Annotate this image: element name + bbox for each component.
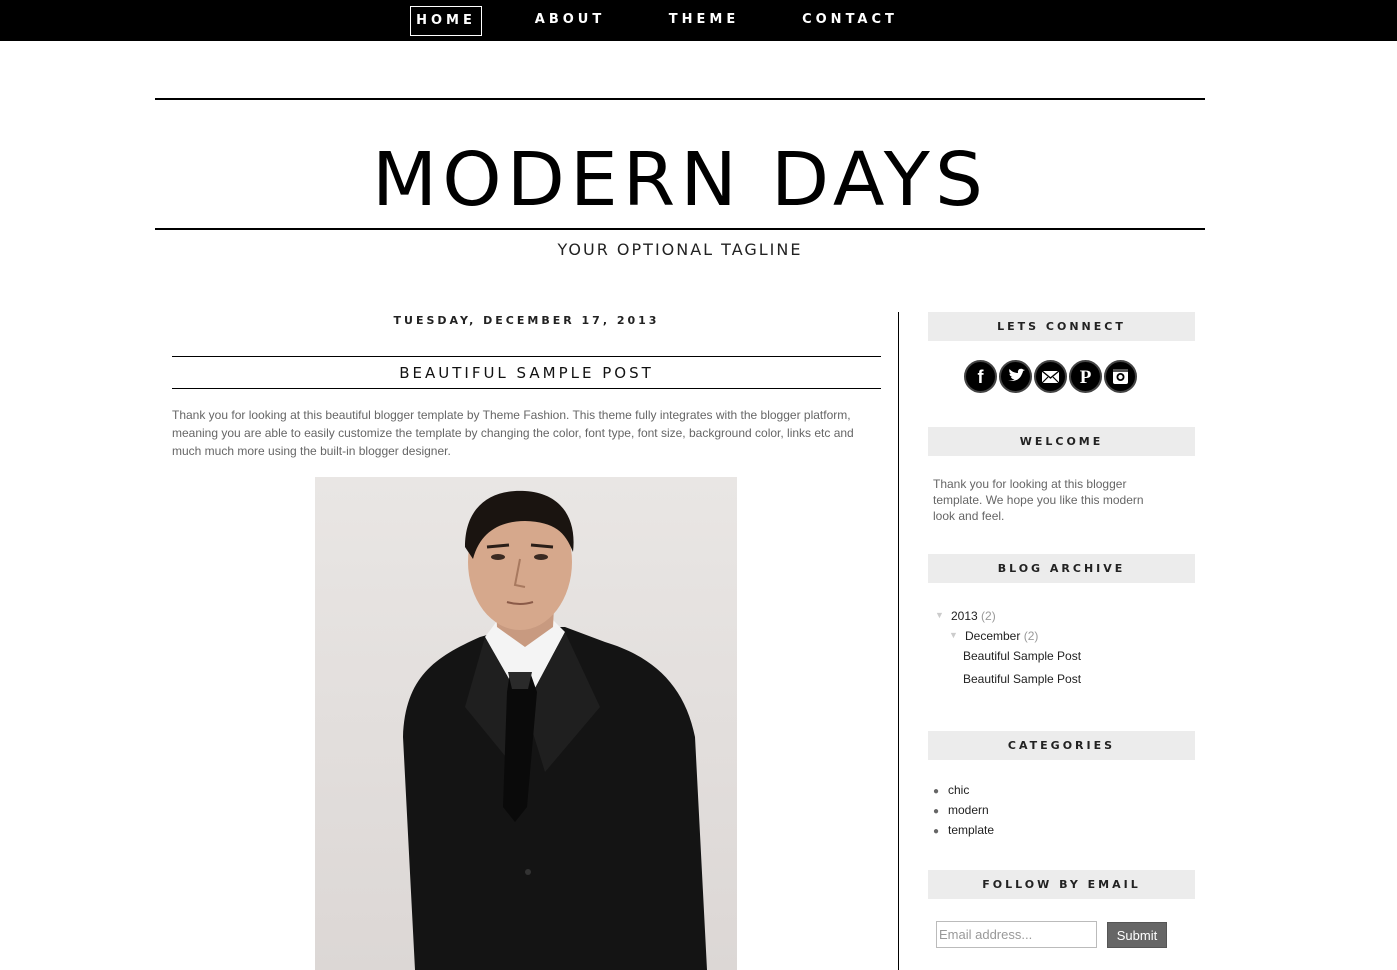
- category-link[interactable]: template: [948, 823, 994, 837]
- archive-year-label[interactable]: 2013: [951, 609, 978, 623]
- category-item[interactable]: ● template: [933, 822, 994, 840]
- facebook-icon[interactable]: f: [964, 360, 997, 393]
- widget-title-categories: CATEGORIES: [928, 731, 1195, 760]
- twitter-icon[interactable]: [999, 360, 1032, 393]
- category-link[interactable]: modern: [948, 803, 989, 817]
- email-field[interactable]: Email address...: [936, 921, 1097, 948]
- archive-year-toggle-icon[interactable]: ▼: [935, 610, 944, 620]
- nav-about-link[interactable]: ABOUT: [530, 6, 610, 36]
- bullet-icon: ●: [933, 826, 940, 837]
- welcome-text: Thank you for looking at this blogger te…: [933, 477, 1144, 523]
- archive-month[interactable]: December (2): [965, 628, 1038, 644]
- bullet-icon: ●: [933, 786, 940, 797]
- post-image: [315, 477, 737, 970]
- nav-home-link[interactable]: HOME: [410, 6, 482, 36]
- bullet-icon: ●: [933, 806, 940, 817]
- archive-post-link[interactable]: Beautiful Sample Post: [963, 671, 1081, 687]
- email-icon[interactable]: [1034, 360, 1067, 393]
- site-title[interactable]: MODERN DAYS: [145, 138, 1216, 222]
- header-bottom-rule: [155, 228, 1205, 230]
- instagram-icon[interactable]: [1104, 360, 1137, 393]
- widget-title-follow: FOLLOW BY EMAIL: [928, 870, 1195, 899]
- post-title[interactable]: BEAUTIFUL SAMPLE POST: [172, 362, 881, 384]
- header-top-rule: [155, 98, 1205, 100]
- category-item[interactable]: ● chic: [933, 782, 969, 800]
- model-photo: [315, 477, 737, 970]
- widget-title-welcome: WELCOME: [928, 427, 1195, 456]
- nav-contact-link[interactable]: CONTACT: [797, 6, 903, 36]
- widget-title-archive: BLOG ARCHIVE: [928, 554, 1195, 583]
- archive-year[interactable]: 2013 (2): [951, 608, 996, 624]
- category-link[interactable]: chic: [948, 783, 969, 797]
- category-item[interactable]: ● modern: [933, 802, 989, 820]
- top-navigation: HOME ABOUT THEME CONTACT: [0, 0, 1397, 41]
- pinterest-icon[interactable]: P: [1069, 360, 1102, 393]
- column-divider: [898, 312, 899, 970]
- nav-theme-link[interactable]: THEME: [664, 6, 744, 36]
- archive-month-count: (2): [1023, 629, 1039, 643]
- post-title-top-rule: [172, 356, 881, 357]
- svg-text:P: P: [1080, 367, 1092, 388]
- archive-year-count: (2): [981, 609, 996, 623]
- post-title-bottom-rule: [172, 388, 881, 389]
- svg-text:f: f: [978, 367, 985, 387]
- submit-button[interactable]: Submit: [1107, 922, 1167, 948]
- widget-title-connect: LETS CONNECT: [928, 312, 1195, 341]
- archive-month-label[interactable]: December: [965, 629, 1020, 643]
- site-tagline: YOUR OPTIONAL TAGLINE: [557, 240, 803, 259]
- archive-month-toggle-icon[interactable]: ▼: [949, 630, 958, 640]
- post-date: TUESDAY, DECEMBER 17, 2013: [393, 314, 660, 327]
- post-body: Thank you for looking at this beautiful …: [172, 408, 854, 458]
- archive-post-link[interactable]: Beautiful Sample Post: [963, 648, 1081, 664]
